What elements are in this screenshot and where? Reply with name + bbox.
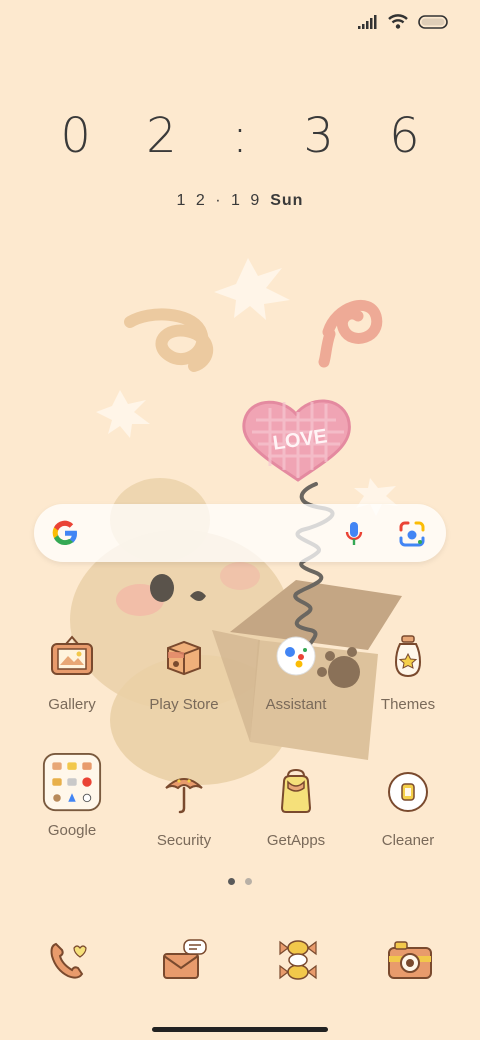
app-label: Cleaner: [381, 832, 435, 849]
play-store-icon: [154, 626, 214, 686]
app-label: Play Store: [149, 696, 219, 713]
assistant-icon: [266, 626, 326, 686]
page-dot: [245, 878, 252, 885]
app-label: Themes: [380, 696, 436, 713]
app-label: Gallery: [48, 696, 96, 713]
themes-icon: [378, 626, 438, 686]
cleaner-icon: [378, 762, 438, 822]
candy-icon[interactable]: [268, 930, 328, 990]
app-label: Google: [47, 822, 97, 839]
phone-icon[interactable]: [38, 930, 98, 990]
app-folder-google[interactable]: Google: [16, 752, 128, 839]
google-g-icon: [52, 520, 78, 546]
app-play-store[interactable]: Play Store: [128, 626, 240, 713]
voice-search-icon[interactable]: [344, 520, 364, 548]
cellular-signal-icon: [358, 14, 377, 29]
app-cleaner[interactable]: Cleaner: [352, 762, 464, 849]
google-lens-icon[interactable]: [398, 520, 426, 548]
date-text: 1 2 · 1 9: [176, 192, 263, 209]
camera-icon[interactable]: [380, 930, 440, 990]
app-security[interactable]: Security: [128, 762, 240, 849]
getapps-icon: [266, 762, 326, 822]
google-folder-icon: [42, 752, 102, 812]
app-gallery[interactable]: Gallery: [16, 626, 128, 713]
clock-date[interactable]: 1 2 · 1 9 Sun: [0, 192, 480, 210]
app-label: GetApps: [266, 832, 326, 849]
page-indicator[interactable]: [0, 878, 480, 885]
weekday-text: Sun: [270, 192, 304, 209]
app-getapps[interactable]: GetApps: [240, 762, 352, 849]
page-dot-active: [228, 878, 235, 885]
home-gesture-bar[interactable]: [152, 1027, 328, 1032]
security-icon: [154, 762, 214, 822]
app-themes[interactable]: Themes: [352, 626, 464, 713]
battery-icon: [418, 14, 448, 29]
app-label: Assistant: [265, 696, 327, 713]
wifi-icon: [388, 14, 408, 29]
clock-time[interactable]: 0 2 : 3 6: [0, 108, 480, 164]
google-search-bar[interactable]: [34, 504, 446, 562]
app-label: Security: [156, 832, 212, 849]
messages-icon[interactable]: [154, 930, 214, 990]
status-bar: [358, 14, 450, 29]
app-assistant[interactable]: Assistant: [240, 626, 352, 713]
gallery-icon: [42, 626, 102, 686]
